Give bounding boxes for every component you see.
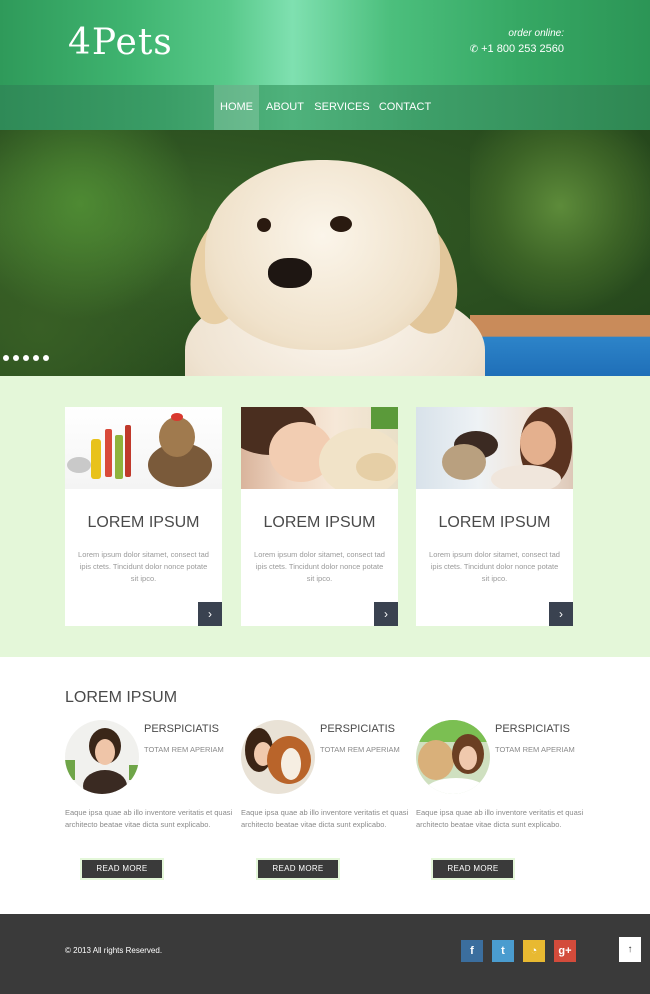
member-name: PERSPICIATIS xyxy=(144,723,219,735)
slider-dot-4[interactable] xyxy=(33,355,39,361)
slider-pagination xyxy=(3,355,49,361)
avatar[interactable] xyxy=(416,720,490,794)
team-member-2: PERSPICIATIS TOTAM REM APERIAM Eaque ips… xyxy=(241,720,417,880)
section-title: LOREM IPSUM xyxy=(65,689,178,706)
card-text: Lorem ipsum dolor sitamet, consect tad i… xyxy=(78,550,209,583)
member-text: Eaque ipsa quae ab illo inventore verita… xyxy=(65,808,233,829)
read-more-button[interactable]: READ MORE xyxy=(256,858,340,880)
twitter-icon[interactable]: t xyxy=(492,940,514,962)
read-more-button[interactable]: READ MORE xyxy=(431,858,515,880)
hero-foliage-right xyxy=(470,130,650,320)
card-title: LOREM IPSUM xyxy=(87,514,200,531)
site-logo[interactable]: 4Pets xyxy=(68,22,173,63)
member-text: Eaque ipsa quae ab illo inventore verita… xyxy=(416,808,584,829)
nav-home[interactable]: HOME xyxy=(214,85,259,130)
chevron-right-icon[interactable]: › xyxy=(549,602,573,626)
slider-dot-5[interactable] xyxy=(43,355,49,361)
avatar[interactable] xyxy=(241,720,315,794)
team-member-3: PERSPICIATIS TOTAM REM APERIAM Eaque ips… xyxy=(416,720,592,880)
copyright: © 2013 All rights Reserved. xyxy=(65,946,163,955)
avatar[interactable] xyxy=(65,720,139,794)
feature-card-2: LOREM IPSUM Lorem ipsum dolor sitamet, c… xyxy=(241,407,398,626)
member-subtitle: TOTAM REM APERIAM xyxy=(495,745,575,754)
read-more-button[interactable]: READ MORE xyxy=(80,858,164,880)
hero-pool xyxy=(470,315,650,376)
member-text: Eaque ipsa quae ab illo inventore verita… xyxy=(241,808,409,829)
nav-services[interactable]: SERVICES xyxy=(313,85,371,130)
team-member-1: PERSPICIATIS TOTAM REM APERIAM Eaque ips… xyxy=(65,720,241,880)
feature-card-3: LOREM IPSUM Lorem ipsum dolor sitamet, c… xyxy=(416,407,573,626)
member-subtitle: TOTAM REM APERIAM xyxy=(144,745,224,754)
woman-with-dog-image xyxy=(241,407,398,489)
nav-contact[interactable]: CONTACT xyxy=(378,85,432,130)
main-nav: HOME ABOUT SERVICES CONTACT xyxy=(0,85,650,130)
card-text: Lorem ipsum dolor sitamet, consect tad i… xyxy=(429,550,560,583)
order-contact: order online: ✆ +1 800 253 2560 xyxy=(470,28,564,55)
hero-foliage xyxy=(0,130,200,376)
chevron-right-icon[interactable]: › xyxy=(198,602,222,626)
puppy-head xyxy=(205,160,440,350)
slider-dot-3[interactable] xyxy=(23,355,29,361)
grooming-image xyxy=(65,407,222,489)
google-plus-icon[interactable]: g+ xyxy=(554,940,576,962)
card-title: LOREM IPSUM xyxy=(438,514,551,531)
site-footer: © 2013 All rights Reserved. f t ◔ g+ ↑ xyxy=(0,914,650,994)
puppy-nose xyxy=(268,258,312,288)
order-label: order online: xyxy=(508,28,564,39)
woman-with-puppy-image xyxy=(416,407,573,489)
hero-slider xyxy=(0,130,650,376)
feature-card-1: LOREM IPSUM Lorem ipsum dolor sitamet, c… xyxy=(65,407,222,626)
slider-dot-1[interactable] xyxy=(3,355,9,361)
phone-icon: ✆ xyxy=(469,44,479,55)
back-to-top-icon[interactable]: ↑ xyxy=(619,937,641,962)
site-header: 4Pets order online: ✆ +1 800 253 2560 xyxy=(0,0,650,85)
slider-dot-2[interactable] xyxy=(13,355,19,361)
phone-number: +1 800 253 2560 xyxy=(481,43,564,55)
puppy-eye-right xyxy=(330,216,352,232)
nav-about[interactable]: ABOUT xyxy=(263,85,307,130)
rss-icon[interactable]: ◔ xyxy=(523,940,545,962)
facebook-icon[interactable]: f xyxy=(461,940,483,962)
member-name: PERSPICIATIS xyxy=(495,723,570,735)
puppy-eye-left xyxy=(257,218,271,232)
member-name: PERSPICIATIS xyxy=(320,723,395,735)
order-phone[interactable]: ✆ +1 800 253 2560 xyxy=(470,43,564,55)
card-text: Lorem ipsum dolor sitamet, consect tad i… xyxy=(254,550,385,583)
member-subtitle: TOTAM REM APERIAM xyxy=(320,745,400,754)
chevron-right-icon[interactable]: › xyxy=(374,602,398,626)
card-title: LOREM IPSUM xyxy=(263,514,376,531)
